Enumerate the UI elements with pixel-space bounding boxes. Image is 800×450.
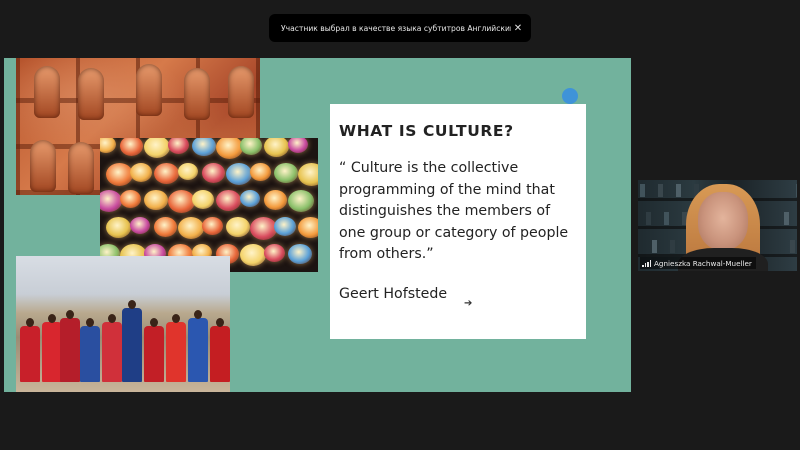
lantern-shape: [274, 217, 296, 236]
person-figure: [20, 326, 40, 382]
participant-name-tag: Agnieszka Rachwal-Mueller: [640, 257, 756, 269]
content-card: WHAT IS CULTURE? “ Culture is the collec…: [330, 104, 586, 339]
person-figure: [122, 308, 142, 382]
lantern-shape: [130, 163, 152, 182]
lantern-shape: [226, 217, 250, 238]
lantern-shape: [264, 190, 287, 210]
lantern-shape: [106, 217, 131, 239]
participant-face: [698, 192, 748, 250]
notification-text: Участник выбрал в качестве языка субтитр…: [281, 23, 511, 33]
lantern-shape: [168, 190, 195, 213]
book-spine: [784, 212, 789, 225]
lantern-shape: [144, 138, 170, 159]
lanterns-photo: [100, 138, 318, 272]
person-head: [128, 300, 136, 309]
lantern-shape: [178, 217, 204, 240]
book-spine: [676, 184, 681, 197]
lantern-shape: [250, 163, 271, 181]
shared-slide: WHAT IS CULTURE? “ Culture is the collec…: [4, 58, 631, 392]
lantern-shape: [100, 190, 122, 213]
person-figure: [42, 322, 62, 382]
person-figure: [210, 326, 230, 382]
lantern-shape: [216, 138, 243, 159]
book-spine: [670, 240, 675, 253]
signal-bars-icon: [642, 259, 651, 267]
person-figure: [102, 322, 122, 382]
lantern-shape: [264, 244, 285, 262]
book-spine: [640, 184, 645, 197]
lantern-shape: [120, 190, 141, 208]
lantern-shape: [298, 217, 318, 239]
lantern-shape: [240, 244, 266, 267]
book-spine: [796, 184, 797, 197]
quote-author: Geert Hofstede: [339, 285, 448, 302]
lantern-shape: [178, 163, 198, 180]
lantern-shape: [120, 138, 143, 156]
lantern-shape: [130, 217, 150, 234]
person-head: [26, 318, 34, 327]
close-icon[interactable]: ✕: [511, 21, 525, 35]
lantern-shape: [288, 244, 312, 265]
lantern-shape: [264, 138, 289, 158]
lantern-shape: [154, 217, 177, 237]
person-figure: [188, 318, 208, 382]
lantern-shape: [106, 163, 133, 186]
masai-group-photo: [16, 256, 230, 392]
lantern-shape: [192, 138, 216, 157]
participant-name: Agnieszka Rachwal-Mueller: [654, 258, 752, 268]
lantern-shape: [168, 138, 189, 154]
mouse-cursor-icon: ➔: [464, 298, 473, 309]
book-spine: [646, 212, 651, 225]
person-head: [172, 314, 180, 323]
lantern-shape: [100, 138, 116, 153]
book-spine: [664, 212, 669, 225]
lantern-shape: [216, 190, 241, 212]
culture-quote: “ Culture is the collective programming …: [339, 160, 569, 262]
book-spine: [658, 184, 663, 197]
lantern-shape: [274, 163, 298, 184]
subtitle-language-notification: Участник выбрал в качестве языка субтитр…: [269, 14, 531, 42]
person-figure: [80, 326, 100, 382]
lantern-shape: [240, 190, 260, 207]
person-head: [108, 314, 116, 323]
lantern-shape: [240, 138, 262, 155]
person-head: [194, 310, 202, 319]
lantern-shape: [202, 217, 223, 235]
accent-dot: [562, 88, 578, 104]
person-head: [216, 318, 224, 327]
book-spine: [790, 240, 795, 253]
lantern-shape: [288, 190, 314, 213]
person-head: [48, 314, 56, 323]
slide-title: WHAT IS CULTURE?: [339, 122, 514, 140]
participant-video-tile[interactable]: Agnieszka Rachwal-Mueller: [638, 180, 797, 271]
person-figure: [166, 322, 186, 382]
lantern-shape: [202, 163, 225, 183]
person-head: [86, 318, 94, 327]
lantern-shape: [250, 217, 277, 240]
person-figure: [60, 318, 80, 382]
person-head: [66, 310, 74, 319]
lantern-shape: [298, 163, 318, 186]
lantern-shape: [154, 163, 179, 185]
lantern-shape: [226, 163, 252, 186]
person-figure: [144, 326, 164, 382]
lantern-shape: [144, 190, 168, 211]
book-spine: [652, 240, 657, 253]
lantern-shape: [192, 190, 214, 209]
person-head: [150, 318, 158, 327]
lantern-shape: [288, 138, 308, 153]
